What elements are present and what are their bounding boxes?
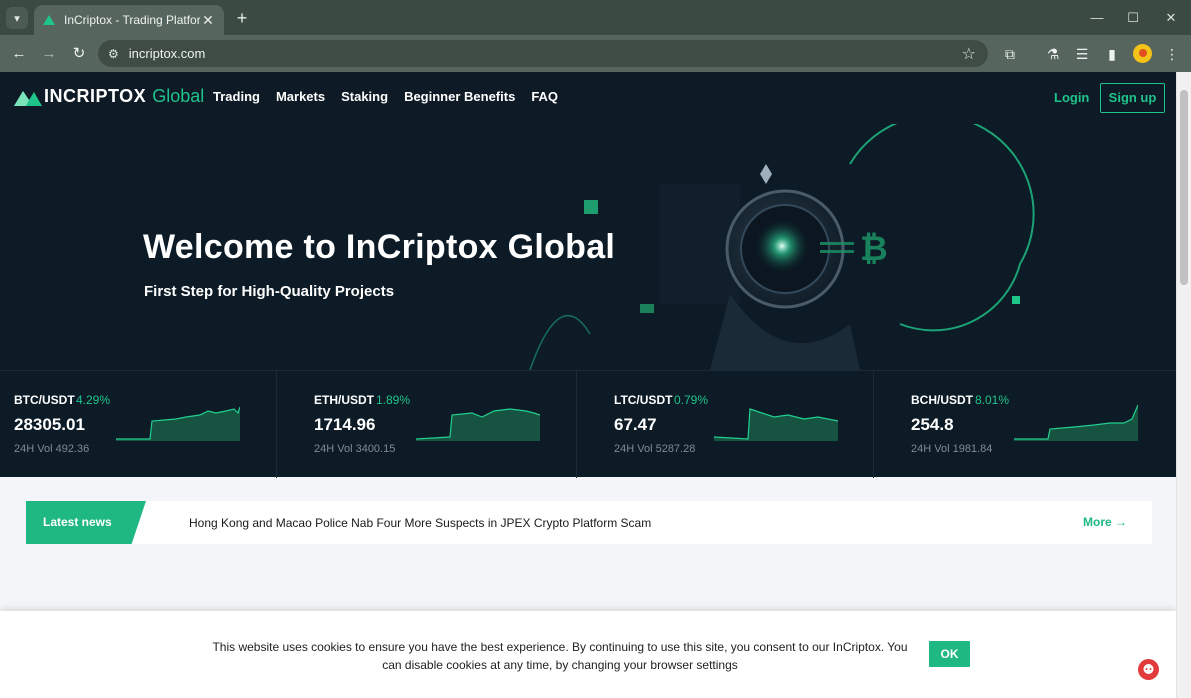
new-tab-button[interactable]: + [232, 8, 252, 28]
hero-banner: ₿ Welcome to InCriptox Global First Step… [0, 124, 1176, 370]
ticker-change: 1.89% [376, 393, 411, 407]
ticker-change: 4.29% [76, 393, 111, 407]
ticker-sparkline [714, 408, 838, 441]
signup-button[interactable]: Sign up [1100, 83, 1165, 113]
logo-mountain-icon [14, 90, 42, 106]
ticker-bch[interactable]: BCH/USDT 8.01% 254.8 24H Vol 1981.84 [874, 371, 1176, 478]
chat-support-icon[interactable] [1138, 659, 1159, 680]
ticker-volume: 24H Vol 5287.28 [614, 443, 696, 455]
browser-toolbar: ← → ↻ ⚙ incriptox.com ☆ ⧉ ⚗ ☰ ▮ ⋮ [0, 35, 1191, 72]
ticker-volume: 24H Vol 3400.15 [314, 443, 396, 455]
nav-beginner-benefits[interactable]: Beginner Benefits [404, 89, 515, 104]
ticker-btc[interactable]: BTC/USDT 4.29% 28305.01 24H Vol 492.36 [0, 371, 277, 478]
ticker-change: 8.01% [975, 393, 1010, 407]
ticker-ltc[interactable]: LTC/USDT 0.79% 67.47 24H Vol 5287.28 [577, 371, 874, 478]
ticker-volume: 24H Vol 492.36 [14, 443, 90, 455]
hero-subtitle: First Step for High-Quality Projects [144, 283, 395, 300]
ticker-pair: BTC/USDT [14, 393, 75, 407]
browser-tab[interactable]: InCriptox - Trading Platform ✕ [34, 5, 224, 35]
svg-text:₿: ₿ [860, 229, 888, 269]
latest-news-bar: Latest news Hong Kong and Macao Police N… [26, 501, 1152, 544]
ticker-price: 28305.01 [14, 415, 85, 434]
window-minimize-button[interactable]: — [1085, 8, 1109, 28]
window-close-button[interactable]: ✕ [1159, 8, 1183, 28]
browser-menu-icon[interactable]: ⋮ [1162, 44, 1182, 64]
labs-flask-icon[interactable]: ⚗ [1043, 44, 1063, 64]
ticker-price: 67.47 [614, 415, 657, 434]
chat-bubble-icon [1143, 664, 1154, 674]
latest-news-label: Latest news [26, 501, 146, 544]
reload-icon[interactable]: ↻ [68, 43, 90, 65]
back-arrow-icon[interactable]: ← [8, 43, 30, 65]
site-logo[interactable]: INCRIPTOX Global [14, 86, 204, 107]
scrollbar-thumb[interactable] [1180, 90, 1188, 285]
tab-list-chevron-icon[interactable]: ▾ [6, 7, 28, 29]
tab-title: InCriptox - Trading Platform [64, 13, 200, 27]
ticker-price: 254.8 [911, 415, 954, 434]
cookie-text: This website uses cookies to ensure you … [212, 640, 908, 672]
side-panel-icon[interactable]: ▮ [1102, 44, 1122, 64]
bookmark-star-icon[interactable]: ☆ [962, 44, 976, 64]
ticker-pair: LTC/USDT [614, 393, 673, 407]
address-bar[interactable]: ⚙ incriptox.com ☆ [98, 40, 988, 67]
forward-arrow-icon[interactable]: → [38, 43, 60, 65]
logo-text: INCRIPTOX [44, 86, 147, 106]
tab-close-icon[interactable]: ✕ [200, 12, 216, 29]
nav-faq[interactable]: FAQ [531, 89, 558, 104]
news-more-link[interactable]: More → [1083, 515, 1127, 529]
nav-trading[interactable]: Trading [213, 89, 260, 104]
logo-sub: Global [152, 86, 205, 106]
hero-title: Welcome to InCriptox Global [143, 228, 616, 266]
media-queue-icon[interactable]: ☰ [1072, 44, 1092, 64]
browser-tab-bar: ▾ InCriptox - Trading Platform ✕ + — ☐ ✕ [0, 0, 1191, 35]
page-viewport: INCRIPTOX Global Trading Markets Staking… [0, 72, 1176, 698]
site-favicon-icon [43, 15, 55, 25]
nav-markets[interactable]: Markets [276, 89, 325, 104]
window-maximize-button[interactable]: ☐ [1121, 8, 1145, 28]
extensions-icon[interactable]: ⧉ [1000, 44, 1020, 64]
ticker-sparkline [1014, 404, 1138, 441]
ticker-volume: 24H Vol 1981.84 [911, 443, 993, 455]
ticker-change: 0.79% [674, 393, 709, 407]
ticker-pair: ETH/USDT [314, 393, 374, 407]
ticker-sparkline [416, 408, 540, 441]
cookie-ok-button[interactable]: OK [929, 641, 970, 667]
ticker-strip: BTC/USDT 4.29% 28305.01 24H Vol 492.36 E… [0, 370, 1176, 478]
ticker-price: 1714.96 [314, 415, 376, 434]
site-header: INCRIPTOX Global Trading Markets Staking… [0, 72, 1176, 124]
news-headline[interactable]: Hong Kong and Macao Police Nab Four More… [189, 516, 651, 530]
ticker-pair: BCH/USDT [911, 393, 973, 407]
nav-staking[interactable]: Staking [341, 89, 388, 104]
cookie-banner: This website uses cookies to ensure you … [0, 611, 1176, 698]
login-link[interactable]: Login [1054, 90, 1089, 105]
ticker-sparkline [116, 406, 240, 441]
ticker-eth[interactable]: ETH/USDT 1.89% 1714.96 24H Vol 3400.15 [277, 371, 577, 478]
url-text[interactable]: incriptox.com [129, 46, 962, 61]
profile-avatar[interactable] [1133, 44, 1152, 63]
page-scrollbar[interactable] [1176, 72, 1191, 698]
main-nav: Trading Markets Staking Beginner Benefit… [213, 89, 574, 104]
site-info-icon[interactable]: ⚙ [108, 47, 119, 61]
